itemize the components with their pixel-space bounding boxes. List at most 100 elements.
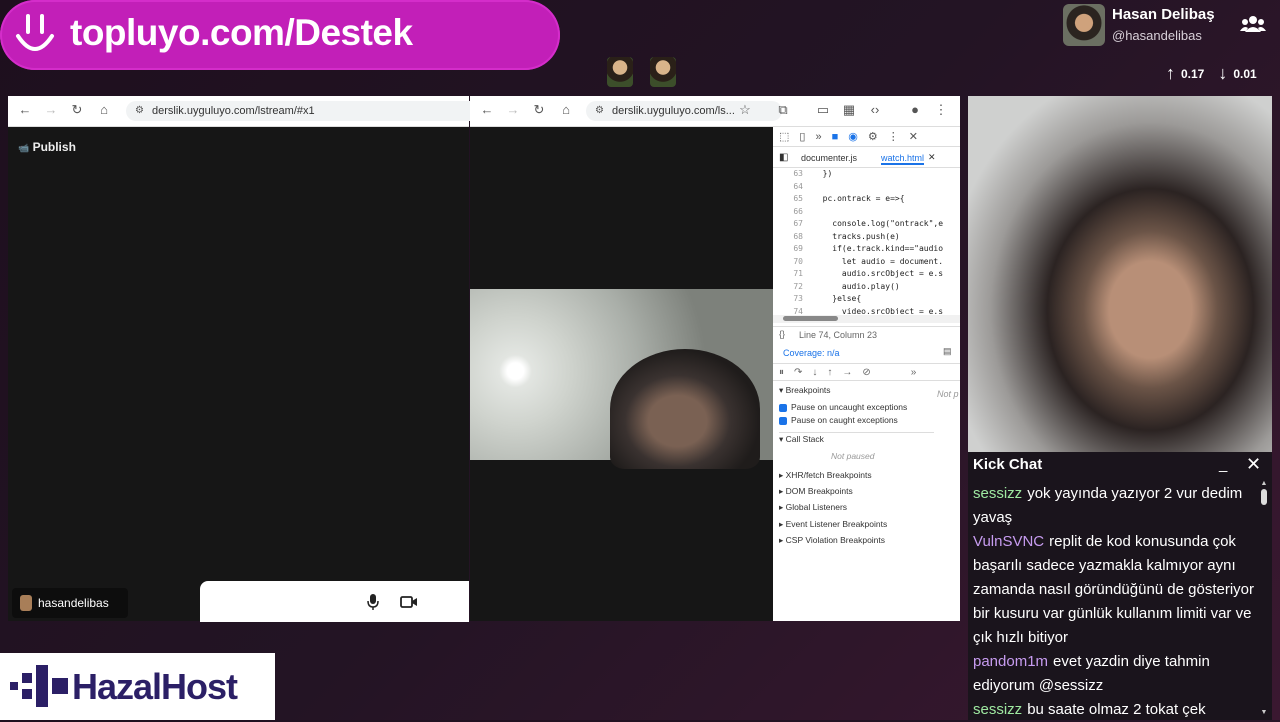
arrow-down-icon: ↓ — [1218, 63, 1228, 83]
video-camera-icon[interactable] — [400, 594, 418, 610]
microphone-icon[interactable] — [366, 593, 380, 611]
pretty-print-icon[interactable]: {} — [779, 329, 785, 339]
forward-icon[interactable]: → — [44, 103, 58, 117]
line-number: 68 — [793, 231, 803, 241]
settings-gear-icon[interactable]: ⚙ — [868, 130, 878, 143]
device-toolbar-icon[interactable]: ▯ — [799, 130, 805, 143]
code-text: if(e.track.kind=="audio — [813, 244, 944, 253]
pause-caught-checkbox[interactable]: Pause on caught exceptions — [779, 415, 898, 425]
code-text: pc.ontrack = e=>{ — [813, 194, 905, 203]
more-tabs-icon[interactable]: » — [815, 131, 821, 143]
step-out-icon[interactable]: ↑ — [827, 367, 832, 378]
chat-messages: sessizz yok yayında yazıyor 2 vur dedim y… — [973, 482, 1257, 722]
webcam-feed — [968, 96, 1272, 452]
minimize-icon[interactable]: _ — [1219, 456, 1227, 473]
more-icon[interactable]: » — [911, 367, 917, 378]
chat-message: pandom1m evet yazdin diye tahmin ediyorum… — [973, 650, 1257, 698]
code-text: tracks.push(e) — [813, 231, 900, 241]
code-text: video.srcObject = e.s — [813, 306, 944, 315]
messages-icon[interactable]: ■ — [832, 131, 839, 143]
publish-button[interactable]: 📹 Publish — [18, 140, 76, 154]
line-number: 66 — [793, 206, 803, 216]
csp-violation-breakpoints[interactable]: ▸ CSP Violation Breakpoints — [779, 535, 885, 546]
sync-icon[interactable]: ◉ — [848, 130, 858, 143]
step-over-icon[interactable]: ↷ — [794, 367, 802, 378]
home-icon[interactable]: ⌂ — [559, 103, 573, 117]
camera-icon: 📹 — [18, 143, 30, 153]
line-number: 69 — [793, 244, 803, 253]
close-devtools-icon[interactable]: ✕ — [909, 130, 918, 143]
sponsor-name: HazalHost — [72, 666, 238, 707]
browser2-toolbar: ← → ↻ ⌂ ⚙ derslik.uyguluyo.com/ls... ☆ ⧉… — [470, 96, 960, 127]
smiley-icon — [16, 14, 54, 51]
banner-text: topluyo.com/Destek — [70, 12, 413, 53]
viewer-avatar — [607, 57, 633, 87]
inspect-icon[interactable]: ⬚ — [779, 130, 789, 143]
code-line: 69 if(e.track.kind=="audio — [773, 243, 960, 256]
chat-username[interactable]: VulnSVNC — [973, 533, 1044, 550]
devtools-code-icon[interactable]: ‹› — [868, 103, 882, 117]
extensions-icon[interactable]: ⧉ — [776, 103, 790, 117]
viewer-avatar — [650, 57, 676, 87]
close-tab-icon[interactable]: ✕ — [928, 152, 936, 163]
upload-rate: 0.17 — [1181, 66, 1205, 81]
chat-username[interactable]: pandom1m — [973, 653, 1048, 670]
line-number: 73 — [793, 294, 803, 303]
participant-chip: hasandelibas — [12, 588, 128, 618]
xhr-breakpoints[interactable]: ▸ XHR/fetch Breakpoints — [779, 470, 872, 481]
code-editor[interactable]: 63 }) 64 65 pc.ontrack = e=>{66 67 console.… — [773, 168, 960, 314]
drawer-icon[interactable]: ▤ — [943, 346, 952, 357]
menu-icon[interactable]: ⋮ — [934, 103, 948, 117]
home-icon[interactable]: ⌂ — [97, 103, 111, 117]
code-line: 64 — [773, 181, 960, 194]
site-info-icon[interactable]: ⚙ — [595, 101, 604, 121]
media-controls — [200, 581, 469, 622]
global-listeners[interactable]: ▸ Global Listeners — [779, 502, 847, 513]
code-text: audio.play() — [813, 281, 900, 291]
chat-username[interactable]: sessizz — [973, 485, 1022, 502]
navigator-toggle-icon[interactable]: ◧ — [779, 152, 788, 163]
tab-watch[interactable]: watch.html — [881, 153, 925, 165]
participant-avatar — [20, 595, 32, 611]
breakpoints-header[interactable]: ▾ Breakpoints — [779, 385, 831, 396]
code-line: 74 video.srcObject = e.s — [773, 306, 960, 315]
cast-icon[interactable]: ▭ — [816, 103, 830, 117]
horizontal-scrollbar[interactable] — [773, 315, 960, 323]
close-icon[interactable]: ✕ — [1246, 454, 1261, 475]
back-icon[interactable]: ← — [480, 103, 494, 117]
code-line: 66 — [773, 206, 960, 219]
code-text: }else{ — [813, 294, 862, 303]
bookmark-star-icon[interactable]: ☆ — [738, 103, 752, 117]
apps-icon[interactable]: ▦ — [842, 103, 856, 117]
pause-uncaught-checkbox[interactable]: Pause on uncaught exceptions — [779, 402, 907, 412]
step-into-icon[interactable]: ↓ — [812, 367, 817, 378]
step-icon[interactable]: → — [842, 367, 852, 378]
profile-icon[interactable]: ● — [908, 103, 922, 117]
address-bar[interactable]: ⚙ derslik.uyguluyo.com/lstream/#x1 — [126, 101, 482, 121]
code-line: 68 tracks.push(e) — [773, 231, 960, 244]
sponsor-logo: HazalHost — [0, 653, 275, 720]
kebab-icon[interactable]: ⋮ — [888, 130, 899, 143]
chat-message: VulnSVNC replit de kod konusunda çok başa… — [973, 530, 1257, 650]
code-text: console.log("ontrack",e — [813, 219, 944, 228]
chat-scrollbar[interactable]: ▲ ▼ — [1259, 480, 1269, 716]
reload-icon[interactable]: ↻ — [70, 103, 84, 117]
reload-icon[interactable]: ↻ — [532, 103, 546, 117]
code-line: 71 audio.srcObject = e.s — [773, 268, 960, 281]
call-stack-header[interactable]: ▾ Call Stack — [779, 432, 934, 445]
event-listener-breakpoints[interactable]: ▸ Event Listener Breakpoints — [779, 519, 887, 530]
address-bar[interactable]: ⚙ derslik.uyguluyo.com/ls... — [586, 101, 782, 121]
site-info-icon[interactable]: ⚙ — [135, 101, 144, 121]
tab-documenter[interactable]: documenter.js — [801, 153, 857, 163]
forward-icon[interactable]: → — [506, 103, 520, 117]
deactivate-breakpoints-icon[interactable]: ⊘ — [862, 367, 870, 378]
people-icon[interactable] — [1240, 14, 1266, 34]
dom-breakpoints[interactable]: ▸ DOM Breakpoints — [779, 486, 853, 497]
remote-video — [470, 289, 773, 469]
line-number: 74 — [793, 306, 803, 315]
pause-icon[interactable]: ⏸ — [779, 367, 784, 378]
streamer-name: Hasan Delibaş — [1112, 6, 1215, 23]
back-icon[interactable]: ← — [18, 103, 32, 117]
chat-username[interactable]: sessizz — [973, 701, 1022, 718]
line-number: 65 — [793, 194, 803, 203]
